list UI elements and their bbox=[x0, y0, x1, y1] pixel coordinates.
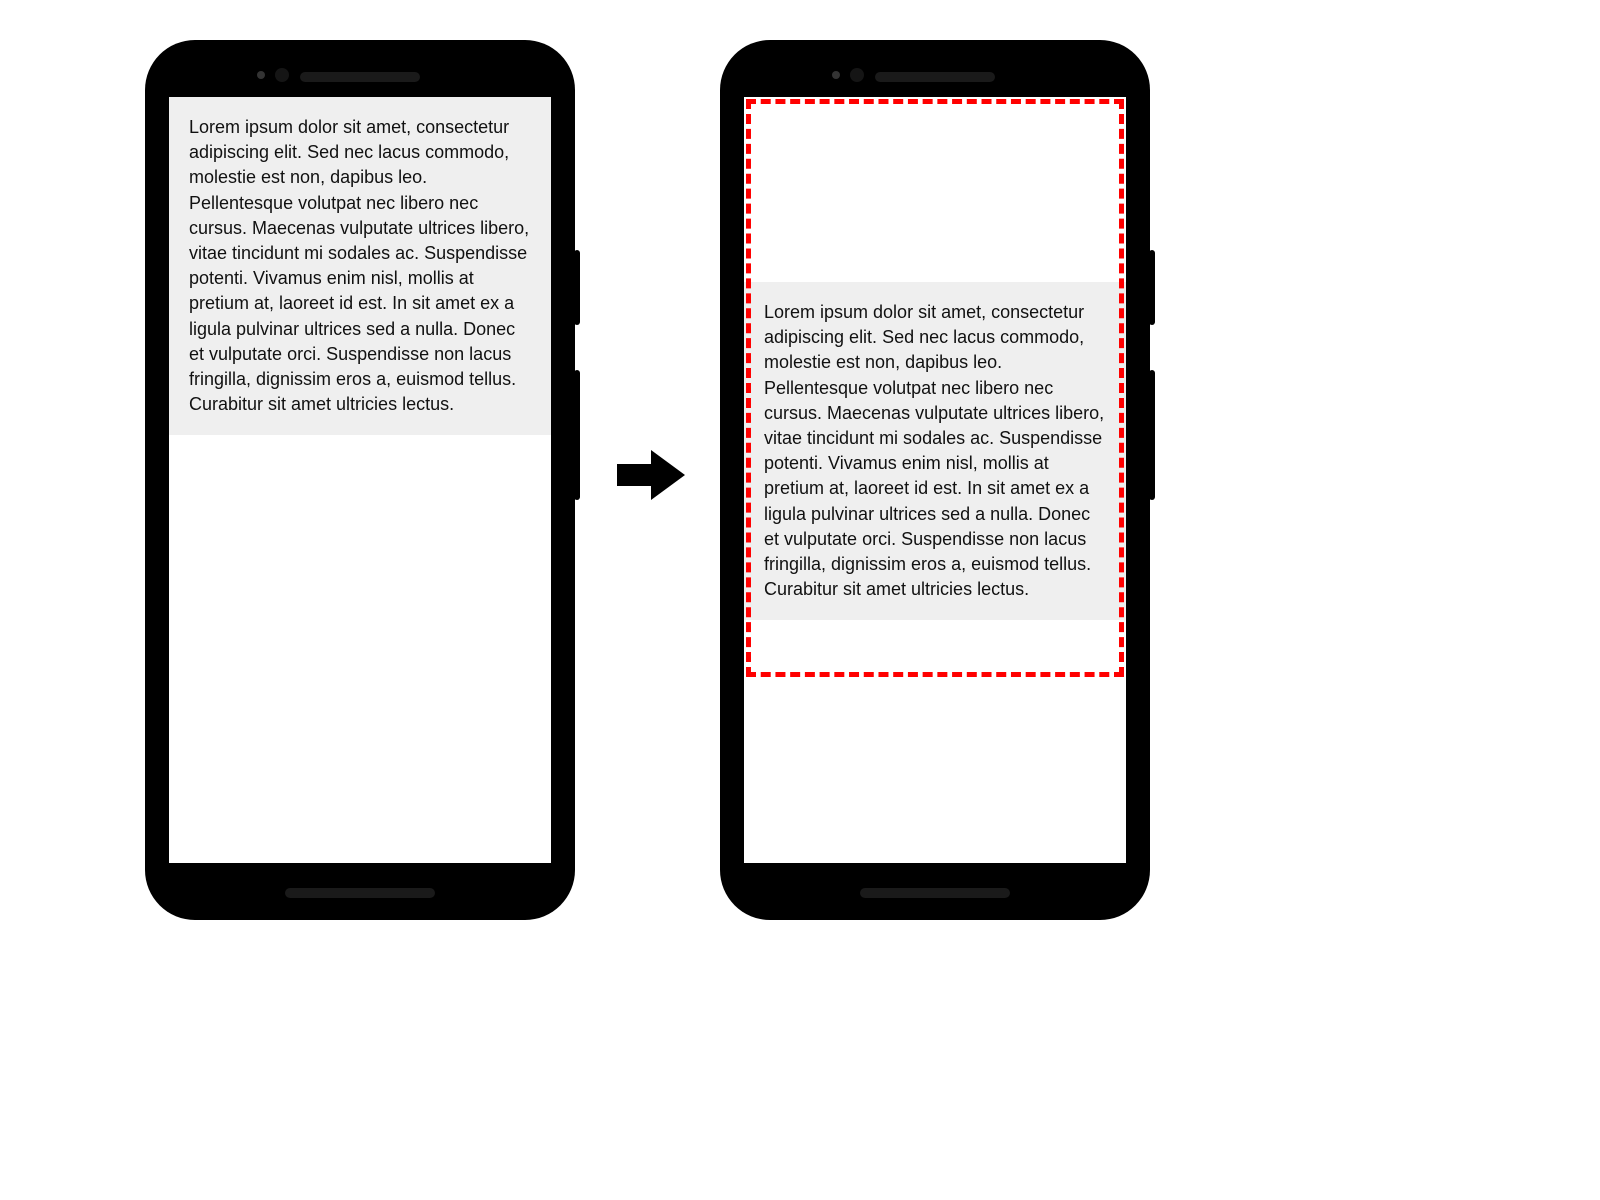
inset-top-spacer bbox=[744, 97, 1126, 282]
phone-sensor-cluster bbox=[157, 62, 563, 92]
phone-mockup-right: Lorem ipsum dolor sit amet, consectetur … bbox=[720, 40, 1150, 920]
phone-mockup-left: Lorem ipsum dolor sit amet, consectetur … bbox=[145, 40, 575, 920]
phone-volume-button bbox=[1149, 370, 1155, 500]
body-text-block: Lorem ipsum dolor sit amet, consectetur … bbox=[169, 97, 551, 435]
phone-screen-right: Lorem ipsum dolor sit amet, consectetur … bbox=[744, 97, 1126, 863]
phone-volume-button bbox=[574, 370, 580, 500]
phone-screen-left: Lorem ipsum dolor sit amet, consectetur … bbox=[169, 97, 551, 863]
phone-power-button bbox=[574, 250, 580, 325]
phone-chin-speaker bbox=[285, 888, 435, 898]
phone-sensor-cluster bbox=[732, 62, 1138, 92]
phone-power-button bbox=[1149, 250, 1155, 325]
arrow-right-icon bbox=[617, 440, 687, 510]
phone-chin-speaker bbox=[860, 888, 1010, 898]
body-text-block: Lorem ipsum dolor sit amet, consectetur … bbox=[744, 282, 1126, 620]
